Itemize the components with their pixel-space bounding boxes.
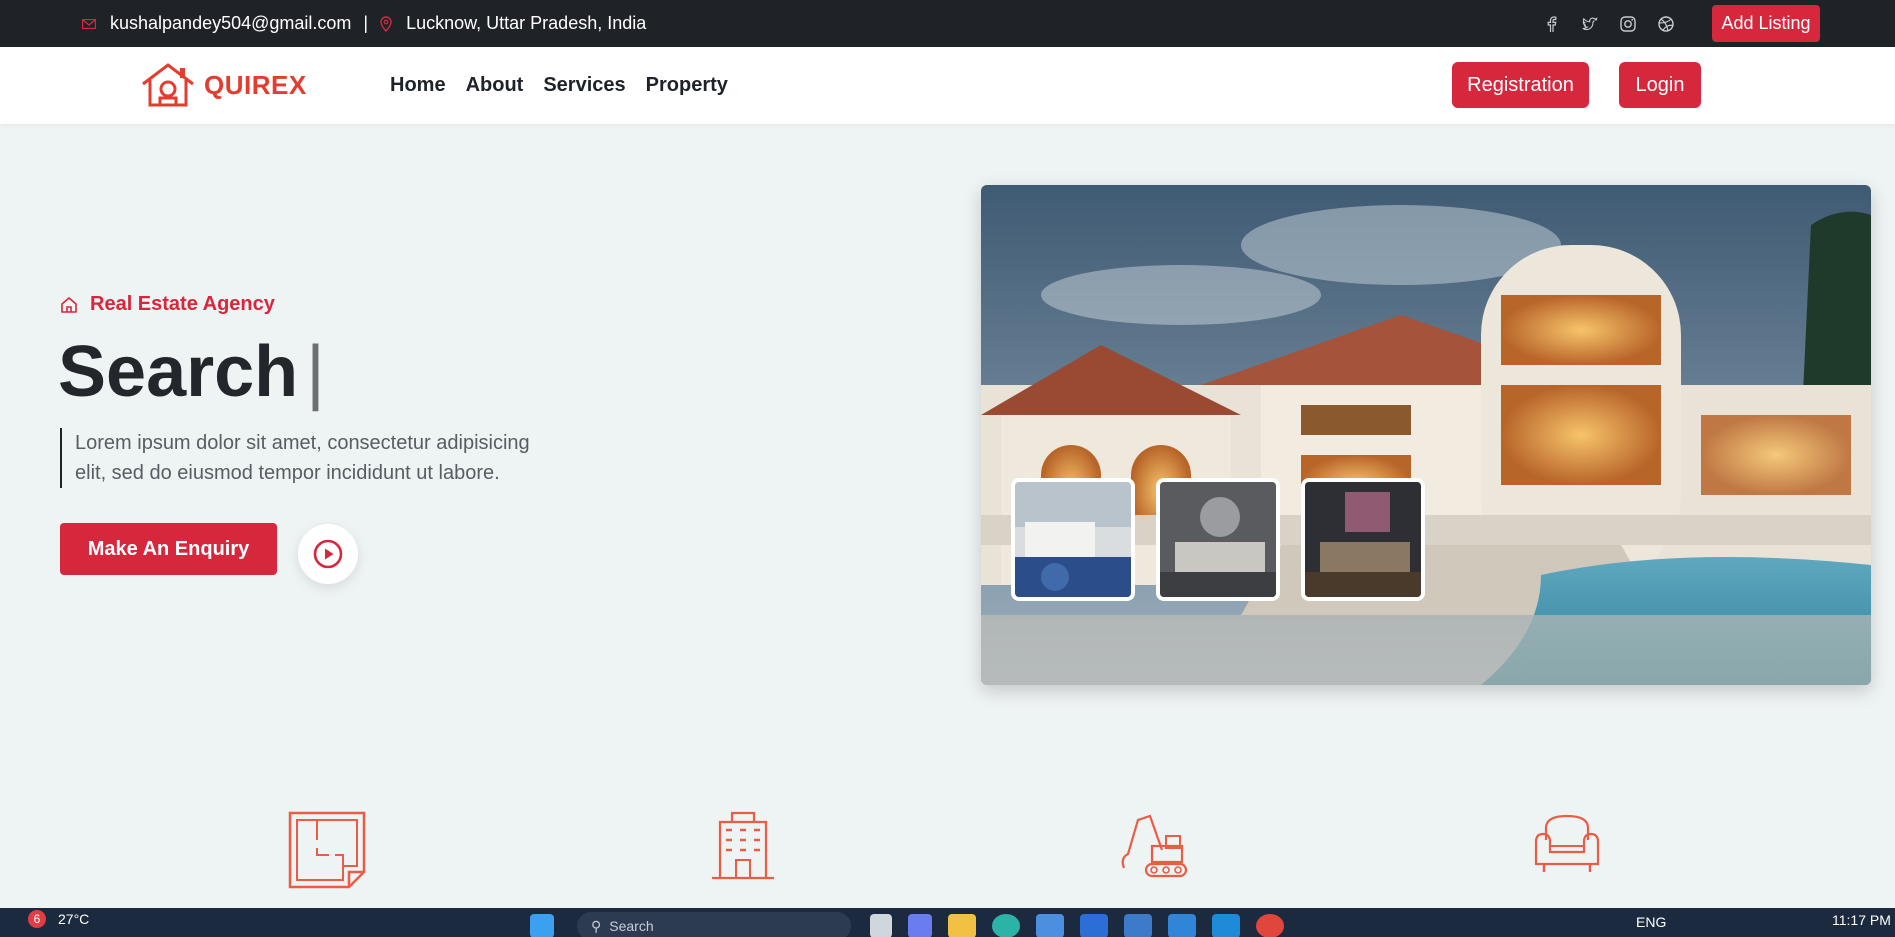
- hero-description: Lorem ipsum dolor sit amet, consectetur …: [60, 428, 540, 488]
- vscode-icon[interactable]: [1212, 914, 1240, 937]
- dribbble-icon[interactable]: [1657, 15, 1675, 33]
- hero-property-image: [981, 185, 1871, 685]
- make-enquiry-button[interactable]: Make An Enquiry: [60, 523, 277, 575]
- play-video-button[interactable]: [298, 524, 358, 584]
- notification-badge: 6: [28, 910, 46, 928]
- taskbar-apps: [530, 914, 554, 937]
- excavator-icon: [1121, 814, 1188, 878]
- taskbar-search-placeholder: Search: [609, 918, 654, 934]
- location-text: Lucknow, Uttar Pradesh, India: [406, 13, 647, 33]
- contact-separator: |: [363, 13, 369, 33]
- add-listing-button[interactable]: Add Listing: [1712, 5, 1820, 42]
- gallery-thumbnail-2[interactable]: [1156, 478, 1280, 601]
- house-logo-icon: [142, 63, 194, 107]
- temperature-text: 27°C: [58, 911, 90, 927]
- gallery-thumbnail-1[interactable]: [1011, 478, 1135, 601]
- nav-about[interactable]: About: [466, 74, 524, 97]
- hero-title: Search |: [58, 328, 325, 416]
- clock[interactable]: 11:17 PM: [1832, 912, 1891, 928]
- folder-icon[interactable]: [948, 914, 976, 937]
- chrome-icon[interactable]: [1256, 914, 1284, 937]
- hero-eyebrow: Real Estate Agency: [60, 293, 275, 316]
- os-taskbar: 6 27°C ⚲ Search ENG 11:17 PM: [0, 908, 1895, 937]
- facebook-icon[interactable]: [1543, 15, 1561, 33]
- login-button[interactable]: Login: [1619, 62, 1701, 108]
- social-links: [1543, 0, 1675, 47]
- copilot-icon[interactable]: [908, 914, 932, 937]
- play-icon: [313, 539, 343, 569]
- typing-cursor: |: [306, 332, 325, 412]
- envelope-icon: [82, 18, 96, 29]
- home-outline-icon: [61, 296, 77, 313]
- file-icon[interactable]: [870, 914, 892, 937]
- contact-info: kushalpandey504@gmail.com | Lucknow, Utt…: [82, 0, 646, 47]
- apartment-building-icon: [712, 811, 774, 880]
- floor-plan-icon: [288, 811, 366, 889]
- pinned-apps: [870, 914, 1284, 937]
- instagram-icon[interactable]: [1619, 15, 1637, 33]
- armchair-icon: [1534, 814, 1600, 872]
- database-icon[interactable]: [1168, 914, 1196, 937]
- nav-links: Home About Services Property: [390, 47, 728, 124]
- brand-name: QUIREX: [204, 69, 307, 100]
- edge-icon[interactable]: [992, 914, 1020, 937]
- search-icon: ⚲: [591, 917, 602, 934]
- app-cube-icon[interactable]: [1124, 914, 1152, 937]
- main-navbar: QUIREX Home About Services Property Regi…: [0, 47, 1895, 124]
- nav-property[interactable]: Property: [646, 74, 728, 97]
- nav-services[interactable]: Services: [543, 74, 625, 97]
- weather-widget[interactable]: 6 27°C: [28, 910, 89, 928]
- store-icon[interactable]: [1036, 914, 1064, 937]
- registration-button[interactable]: Registration: [1452, 62, 1589, 108]
- nav-home[interactable]: Home: [390, 74, 446, 97]
- map-pin-icon: [380, 15, 392, 32]
- hero-title-text: Search: [58, 332, 299, 412]
- language-indicator[interactable]: ENG: [1636, 914, 1666, 930]
- twitter-icon[interactable]: [1581, 15, 1599, 33]
- email-text[interactable]: kushalpandey504@gmail.com: [110, 13, 351, 34]
- gallery-thumbnail-3[interactable]: [1301, 478, 1425, 601]
- top-bar: kushalpandey504@gmail.com | Lucknow, Utt…: [0, 0, 1895, 47]
- windows-start-icon[interactable]: [530, 914, 554, 937]
- brand-logo[interactable]: QUIREX: [140, 62, 307, 108]
- vscode-blue-icon[interactable]: [1080, 914, 1108, 937]
- taskbar-search[interactable]: ⚲ Search: [577, 912, 851, 937]
- eyebrow-text: Real Estate Agency: [90, 293, 275, 315]
